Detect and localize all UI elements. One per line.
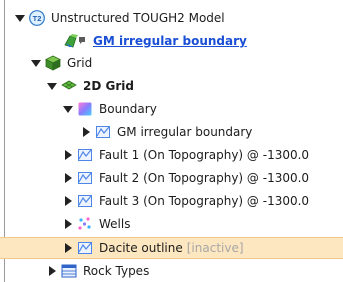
tree-item-label: GM irregular boundary: [117, 125, 253, 139]
tree-item-dacite-outline[interactable]: Dacite outline [inactive]: [0, 237, 343, 259]
tree-item-fault-1[interactable]: Fault 1 (On Topography) @ -1300.0: [0, 144, 343, 166]
wells-points-icon: [77, 216, 93, 232]
tree-item-label: Unstructured TOUGH2 Model: [51, 11, 225, 25]
tree-item-boundary[interactable]: Boundary: [0, 98, 343, 120]
tree-item-fault-3[interactable]: Fault 3 (On Topography) @ -1300.0: [0, 190, 343, 212]
polyline-icon: [95, 124, 111, 140]
polyline-icon: [77, 240, 93, 256]
tree-item-label: Boundary: [99, 102, 157, 116]
polyline-icon: [77, 147, 93, 163]
grid-cube-icon: [45, 55, 61, 71]
expand-toggle-icon[interactable]: [62, 195, 74, 207]
geomodel-link-icon: [63, 33, 87, 49]
expand-toggle-icon[interactable]: [62, 149, 74, 161]
expand-toggle-icon[interactable]: [14, 12, 26, 24]
polyline-icon: [77, 193, 93, 209]
tree-item-wells[interactable]: Wells: [0, 213, 343, 235]
tree-item-gm-boundary-link[interactable]: GM irregular boundary: [0, 30, 343, 52]
tree-item-label: Fault 1 (On Topography) @ -1300.0: [99, 148, 310, 162]
expand-toggle-icon[interactable]: [62, 103, 74, 115]
polyline-icon: [77, 170, 93, 186]
tough2-model-icon: T2: [29, 10, 45, 26]
tree-item-label: Fault 3 (On Topography) @ -1300.0: [99, 194, 310, 208]
tree-item-2d-grid[interactable]: 2D Grid: [0, 75, 343, 97]
boundary-icon: [77, 101, 93, 117]
expand-toggle-icon[interactable]: [30, 57, 42, 69]
2d-grid-icon: [61, 78, 77, 94]
tree-item-tough2-model[interactable]: T2 Unstructured TOUGH2 Model: [0, 7, 343, 29]
tree-item-label: 2D Grid: [83, 79, 134, 93]
tree-item-label: Dacite outline: [99, 241, 183, 255]
inactive-status: [inactive]: [186, 241, 244, 255]
tree-item-fault-2[interactable]: Fault 2 (On Topography) @ -1300.0: [0, 167, 343, 189]
tree-item-label: Fault 2 (On Topography) @ -1300.0: [99, 171, 310, 185]
expand-toggle-icon[interactable]: [62, 242, 74, 254]
expand-toggle-icon[interactable]: [62, 172, 74, 184]
tree-item-boundary-child[interactable]: GM irregular boundary: [0, 121, 343, 143]
tree-item-label: Grid: [67, 56, 93, 70]
tree-item-rock-types[interactable]: Rock Types: [0, 260, 343, 282]
expand-toggle-icon[interactable]: [46, 80, 58, 92]
project-tree: T2 Unstructured TOUGH2 Model GM irregula…: [0, 0, 343, 282]
tough2-badge-text: T2: [33, 14, 42, 23]
expand-toggle-icon[interactable]: [46, 265, 58, 277]
gm-boundary-link[interactable]: GM irregular boundary: [93, 30, 247, 52]
tree-item-grid[interactable]: Grid: [0, 52, 343, 74]
tree-item-label: Wells: [99, 217, 131, 231]
tree-item-label: Rock Types: [83, 264, 150, 278]
expand-toggle-icon[interactable]: [80, 126, 92, 138]
rock-types-table-icon: [61, 263, 77, 279]
expand-toggle-icon[interactable]: [62, 218, 74, 230]
